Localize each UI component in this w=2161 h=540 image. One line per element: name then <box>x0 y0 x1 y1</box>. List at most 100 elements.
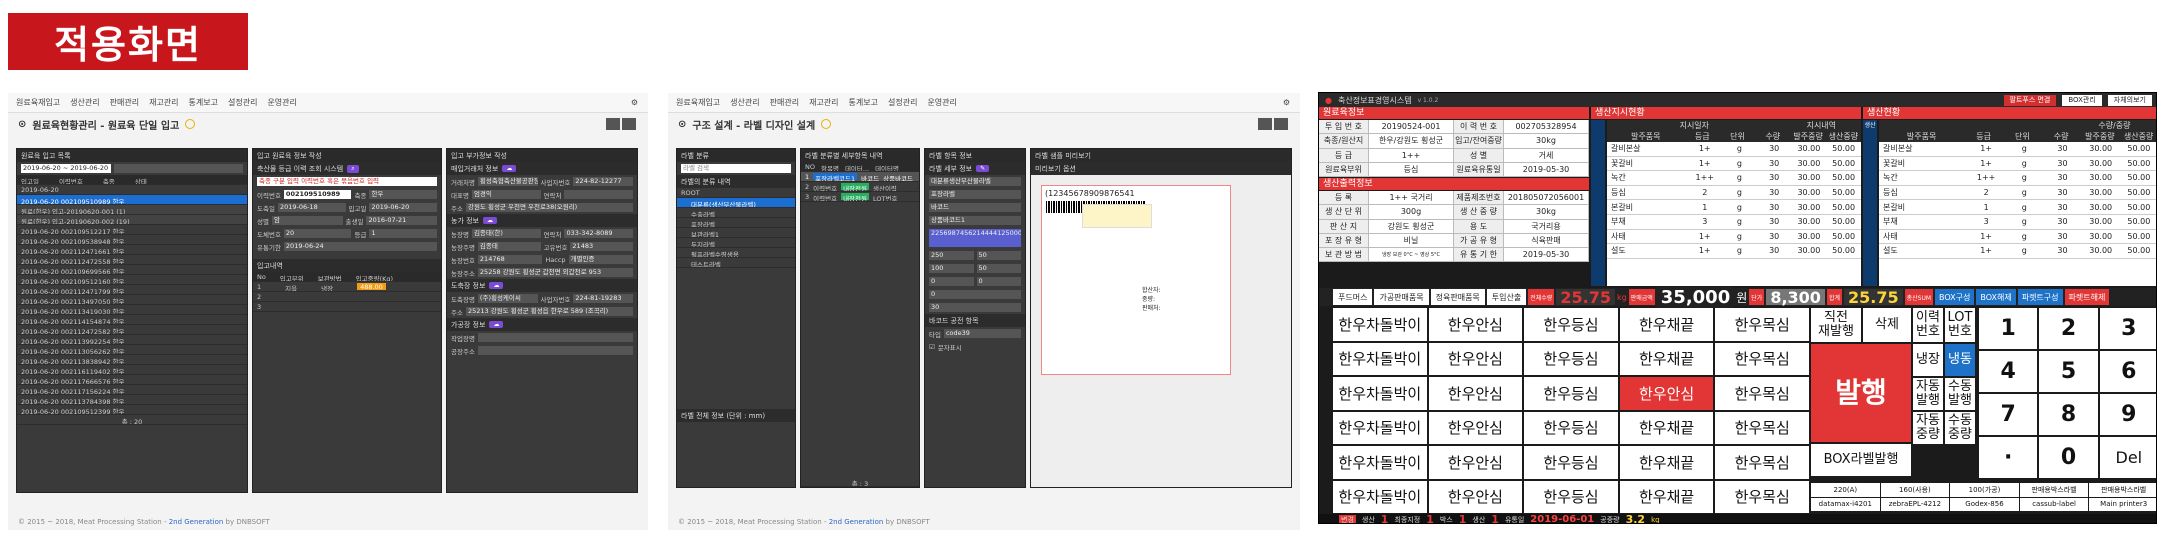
product-button[interactable]: 한우안심 <box>1428 480 1523 513</box>
birth-date-field[interactable]: 2016-07-21 <box>366 216 438 225</box>
search-button[interactable]: ⌕ <box>347 164 359 173</box>
label-canvas[interactable]: (12345678909876541 합산자: 중량: 판매처: <box>1041 185 1231 375</box>
table-row[interactable]: 2019-06-20 002109512160 한우 <box>17 275 247 285</box>
table-row[interactable]: 2019-06-20 002114154874 한우 <box>17 315 247 325</box>
table-row[interactable]: 2 <box>253 292 441 302</box>
nav-item[interactable]: 재고관리 <box>809 97 838 108</box>
table-row[interactable]: 2019-06-20 002113784398 한우 <box>17 395 247 405</box>
field-value[interactable]: 횡성축협축산물공판장 <box>477 177 538 186</box>
barcode-value-field[interactable]: 2256987456214444125000 <box>929 229 1021 247</box>
product-button[interactable]: 한우차돌박이 <box>1333 377 1427 410</box>
nav-item[interactable]: 설정관리 <box>228 97 257 108</box>
table-row[interactable]: 녹간 1++ g 30 30.00 50.00 <box>1607 171 1861 186</box>
product-button[interactable]: 한우목심 <box>1715 377 1809 410</box>
product-button[interactable]: 한우등심 <box>1524 342 1618 375</box>
table-row[interactable]: 2019-06-20 002113992254 한우 <box>17 335 247 345</box>
table-row[interactable]: 부채 3 g 30 30.00 50.00 <box>1879 215 2156 230</box>
box-release-button[interactable]: BOX해제 <box>1976 289 2016 305</box>
product-button[interactable]: 한우목심 <box>1715 342 1809 375</box>
tree-item[interactable]: 대분류(생산부산물라벨) <box>677 198 795 208</box>
key-0[interactable]: 0 <box>2039 437 2098 478</box>
table-row[interactable]: 갈비본살 1+ g 30 30.00 50.00 <box>1607 142 1861 157</box>
printer-option[interactable]: 220(A) <box>1811 483 1880 497</box>
auto-issue-button[interactable]: 자동 발행 <box>1913 378 1943 410</box>
printer-option[interactable]: 판매용박스라벨 <box>2019 483 2089 497</box>
key-3[interactable]: 3 <box>2099 308 2156 349</box>
product-button-selected[interactable]: 한우안심 <box>1619 377 1714 410</box>
field-value[interactable]: 바코드 <box>929 203 1021 212</box>
box-compose-button[interactable]: BOX구성 <box>1935 289 1975 305</box>
table-row[interactable]: 2019-06-20 002109512399 한우 <box>17 405 247 415</box>
product-button[interactable]: 한우안심 <box>1428 446 1523 479</box>
intake-date-field[interactable]: 2019-06-20 <box>369 203 437 212</box>
key-8[interactable]: 8 <box>2039 394 2098 435</box>
tree-item[interactable]: 테스트라벨 <box>677 258 795 268</box>
species-field[interactable]: 한우 <box>369 190 438 199</box>
nav-item[interactable]: 재고관리 <box>149 97 178 108</box>
field-value[interactable]: 대분류생산부산물라벨 <box>929 177 1021 186</box>
field-value[interactable]: 포장라벨 <box>929 190 1021 199</box>
table-row[interactable]: 원료(한우) 입고-20190620-001 (1) <box>17 205 247 215</box>
field-value[interactable] <box>477 333 633 342</box>
field-value[interactable] <box>477 346 633 355</box>
key-delete[interactable]: Del <box>2099 437 2156 478</box>
table-row[interactable]: 2019-06-20 002112472558 한우 <box>17 255 247 265</box>
field-value[interactable]: 033-342-8089 <box>564 229 633 238</box>
reissue-button[interactable]: 직전 재발행 <box>1811 308 1861 342</box>
grid-icon[interactable] <box>606 118 620 130</box>
cloud-icon[interactable]: ☁ <box>483 217 497 224</box>
product-button[interactable]: 한우등심 <box>1524 480 1618 513</box>
printer-option[interactable]: Godex-856 <box>1950 497 2019 511</box>
table-row[interactable]: 2019-06-20 002113419030 한우 <box>17 305 247 315</box>
manual-weight-button[interactable]: 수동 중량 <box>1945 412 1975 444</box>
tab[interactable]: 가공판매품목 <box>1374 289 1429 305</box>
field-value[interactable]: 개별인증 <box>568 255 634 264</box>
trace-search-input[interactable]: 축종 구분 입력 이력번호 혹은 묶음번호 입력 <box>257 177 437 186</box>
field-value[interactable]: 25213 강원도 횡성군 횡성읍 한우로 589 (조곡리) <box>465 307 633 316</box>
tree-item[interactable]: 수출라벨 <box>677 208 795 218</box>
back-icon[interactable]: ⊙ <box>18 119 26 130</box>
box-label-issue-button[interactable]: BOX라벨발행 <box>1811 444 1911 476</box>
grade-field[interactable]: 1 <box>369 229 438 238</box>
printer-option[interactable]: 100(가공) <box>1950 483 2019 497</box>
field-value[interactable]: 상품바코드1 <box>929 216 1021 225</box>
table-row[interactable]: 꽃갈비 1+ g 30 30.00 50.00 <box>1879 157 2156 172</box>
delete-button[interactable]: 삭제 <box>1863 308 1911 342</box>
field-value[interactable]: 0 <box>929 277 974 286</box>
table-row[interactable]: 2 이력번호 내장전원 생산이력 <box>801 182 919 192</box>
table-row[interactable]: 2019-06-20 002109512217 한우 <box>17 225 247 235</box>
product-button[interactable]: 한우채끝 <box>1619 342 1714 375</box>
grid-icon[interactable] <box>1258 118 1272 130</box>
lot-number-button[interactable]: LOT 번호 <box>1945 308 1975 342</box>
auto-weight-button[interactable]: 자동 중량 <box>1913 412 1943 444</box>
nav-item[interactable]: 운영관리 <box>267 97 296 108</box>
save-icon[interactable]: ✎ <box>976 165 990 172</box>
product-button[interactable]: 한우안심 <box>1428 342 1523 375</box>
product-button[interactable]: 한우목심 <box>1715 411 1809 444</box>
field-value[interactable]: 224-81-19283 <box>573 294 634 303</box>
field-value[interactable] <box>564 190 633 199</box>
field-value[interactable]: 김종태 <box>477 242 541 251</box>
table-row[interactable]: 2019-06-20 002109510989 한우 <box>17 195 247 205</box>
field-value[interactable]: (주)횡성케이씨 <box>477 294 538 303</box>
field-value[interactable]: 214768 <box>477 255 543 264</box>
gear-icon[interactable]: ⚙ <box>1283 98 1290 107</box>
key-6[interactable]: 6 <box>2099 351 2156 392</box>
tree-item[interactable]: 두지라벨 <box>677 238 795 248</box>
pallet-compose-button[interactable]: 파렛트구성 <box>2017 289 2063 305</box>
key-7[interactable]: 7 <box>1979 394 2038 435</box>
product-button[interactable]: 한우안심 <box>1428 377 1523 410</box>
key-4[interactable]: 4 <box>1979 351 2038 392</box>
nav-item[interactable]: 생산관리 <box>730 97 759 108</box>
key-dot[interactable]: · <box>1979 437 2038 478</box>
product-button[interactable]: 한우목심 <box>1715 480 1809 513</box>
product-button[interactable]: 한우등심 <box>1524 377 1618 410</box>
checkbox[interactable]: ☑ <box>929 343 935 351</box>
product-button[interactable]: 한우차돌박이 <box>1333 342 1427 375</box>
table-row[interactable]: 2019-06-20 002112471799 한우 <box>17 285 247 295</box>
field-value[interactable]: 엄경익 <box>471 190 541 199</box>
product-button[interactable]: 한우등심 <box>1524 308 1618 341</box>
scroll-left[interactable] <box>1591 120 1605 286</box>
table-row[interactable]: 1 지육 냉장 488.00 <box>253 282 441 292</box>
field-value[interactable]: 100 <box>929 264 974 273</box>
